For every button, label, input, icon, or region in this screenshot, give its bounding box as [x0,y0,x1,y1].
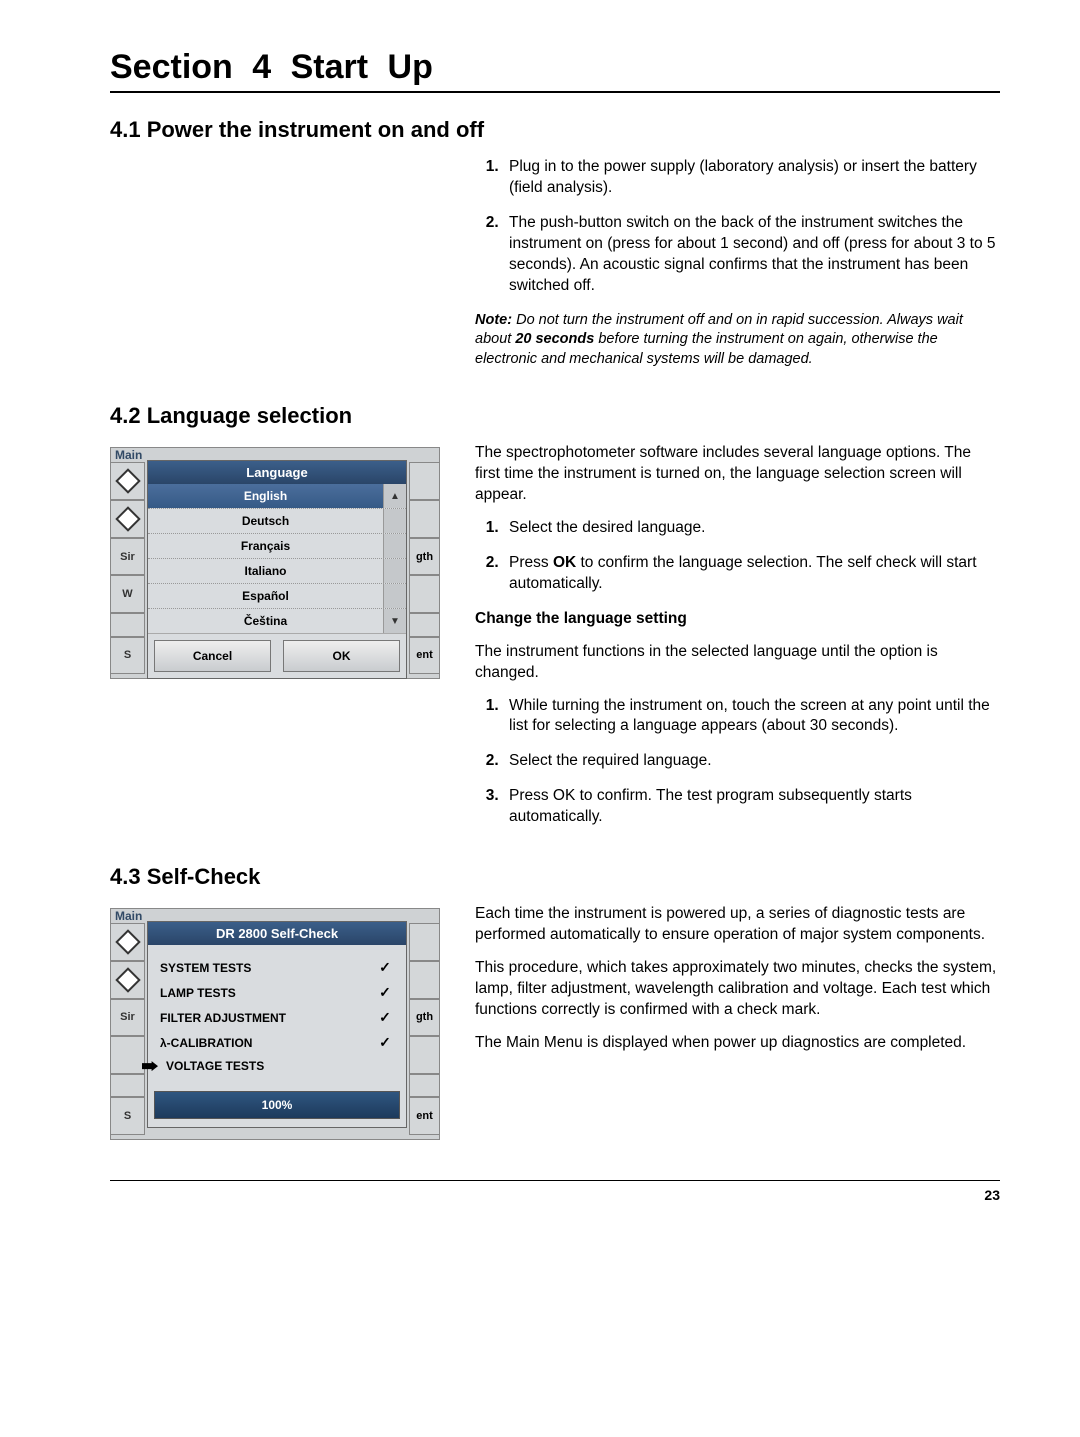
scroll-track[interactable] [383,509,406,533]
bg-main-label: Main [115,448,142,462]
current-arrow-icon [142,1061,158,1071]
side-icon-2 [111,500,145,538]
s42-stepA-1: Select the desired language. [503,518,1000,539]
side-icon-2 [111,961,145,999]
change-lang-heading: Change the language setting [475,609,1000,630]
dialog-title-selfcheck: DR 2800 Self-Check [148,922,406,945]
rt-blank-2 [409,500,439,538]
test-lambda: λ-CALIBRATION✓ [160,1030,394,1055]
side-label-s: S [111,1097,145,1135]
rt-blank [409,923,439,961]
heading-4-3: 4.3 Self-Check [110,864,1000,890]
side-label-w: W [111,575,145,613]
s43-p3: The Main Menu is displayed when power up… [475,1033,1000,1054]
check-icon: ✓ [376,1009,394,1026]
s41-step-2: The push-button switch on the back of th… [503,213,1000,297]
lang-item-cestina[interactable]: Čeština [148,609,383,633]
side-blank [111,613,145,636]
side-blank [111,1074,145,1097]
lang-item-english[interactable]: English [148,484,383,508]
rt-blank-3 [409,575,439,613]
s43-p2: This procedure, which takes approximatel… [475,958,1000,1021]
rt-blank-1 [409,462,439,500]
scroll-track[interactable] [383,584,406,608]
rt-blank [409,961,439,999]
language-list[interactable]: English ▲ Deutsch Français Italiano [148,484,406,633]
rt-label-gth: gth [409,999,439,1037]
s42-stepB-3: Press OK to confirm. The test program su… [503,786,1000,828]
side-label-sir: Sir [111,538,145,576]
bg-main-label: Main [115,909,142,923]
lang-item-espanol[interactable]: Español [148,584,383,608]
dialog-title-language: Language [148,461,406,484]
check-icon: ✓ [376,984,394,1001]
s43-p1: Each time the instrument is powered up, … [475,904,1000,946]
side-label-s: S [111,637,145,675]
scroll-track[interactable] [383,559,406,583]
cancel-button[interactable]: Cancel [154,640,271,672]
selfcheck-dialog-screenshot: Main Sir S gth ent [110,908,440,1140]
rt-blank [409,1036,439,1074]
section-title: Section 4 Start Up [110,48,1000,87]
s42-intro: The spectrophotometer software includes … [475,443,1000,506]
s41-step-1: Plug in to the power supply (laboratory … [503,157,1000,199]
s42-stepB-1: While turning the instrument on, touch t… [503,696,1000,738]
selfcheck-list: SYSTEM TESTS✓ LAMP TESTS✓ FILTER ADJUSTM… [148,945,406,1081]
lang-item-deutsch[interactable]: Deutsch [148,509,383,533]
s42-stepA-2: Press OK to confirm the language selecti… [503,553,1000,595]
ok-button[interactable]: OK [283,640,400,672]
rt-blank-4 [409,613,439,636]
heading-4-1: 4.1 Power the instrument on and off [110,117,1000,143]
s41-note: Note: Do not turn the instrument off and… [475,311,1000,370]
change-lang-intro: The instrument functions in the selected… [475,642,1000,684]
side-icon-1 [111,923,145,961]
side-icon-1 [111,462,145,500]
scroll-track[interactable] [383,534,406,558]
page-number: 23 [110,1187,1000,1203]
progress-bar: 100% [154,1091,400,1119]
check-icon: ✓ [376,1034,394,1051]
lang-item-francais[interactable]: Français [148,534,383,558]
scroll-down-button[interactable]: ▼ [383,609,406,633]
test-voltage: VOLTAGE TESTS [142,1055,394,1077]
side-blank [111,1036,145,1074]
side-label-sir: Sir [111,999,145,1037]
rt-label-ent: ent [409,637,439,675]
language-dialog-screenshot: Main Sir W S gth ent [110,447,440,679]
test-lamp: LAMP TESTS✓ [160,980,394,1005]
rt-label-ent: ent [409,1097,439,1135]
rt-label-gth: gth [409,538,439,576]
test-filter: FILTER ADJUSTMENT✓ [160,1005,394,1030]
heading-4-2: 4.2 Language selection [110,403,1000,429]
note-bold: 20 seconds [515,331,594,347]
check-icon: ✓ [376,959,394,976]
rt-blank [409,1074,439,1097]
title-rule [110,91,1000,93]
test-system: SYSTEM TESTS✓ [160,955,394,980]
scroll-up-button[interactable]: ▲ [383,484,406,508]
footer-rule [110,1180,1000,1181]
s42-stepB-2: Select the required language. [503,751,1000,772]
note-label: Note: [475,312,512,328]
lang-item-italiano[interactable]: Italiano [148,559,383,583]
